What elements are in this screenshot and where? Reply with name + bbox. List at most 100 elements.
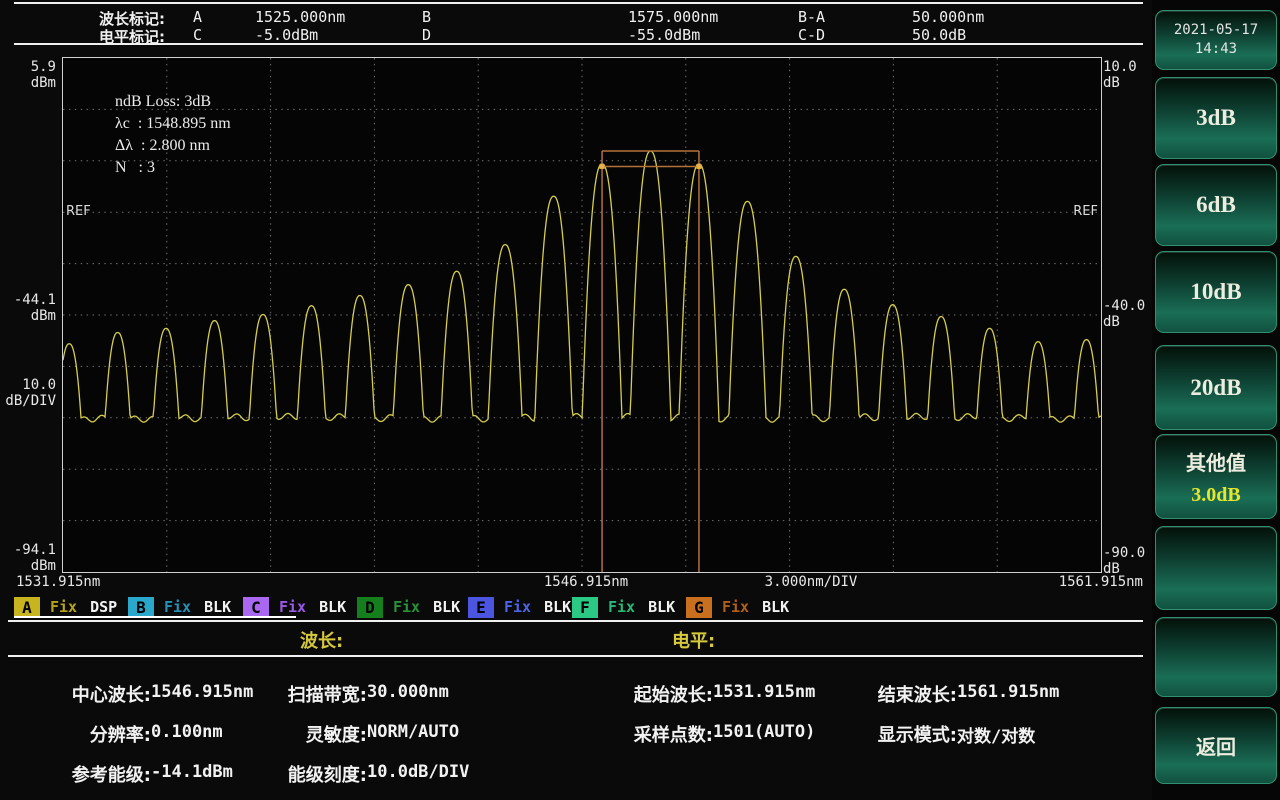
trace-slot-g[interactable]: G Fix BLK: [686, 596, 789, 618]
info-field: 显示模式: 对数/对数: [810, 721, 1035, 747]
trace-display-state: BLK: [204, 598, 232, 616]
info-field-value: 1561.915nm: [957, 682, 1060, 702]
info-field-label: 参考能级:: [71, 765, 151, 786]
trace-display-state: BLK: [544, 598, 572, 616]
y-axis-tick-label: -40.0 dB: [1103, 298, 1146, 330]
trace-mode-label: Fix: [722, 598, 750, 616]
trace-slot-f[interactable]: F Fix BLK: [572, 596, 675, 618]
datetime-display: 2021-05-17 14:43: [1155, 10, 1277, 70]
date-text: 2021-05-17: [1173, 22, 1259, 38]
softkey-20db[interactable]: 20dB: [1155, 345, 1277, 430]
marker-b-name: B: [422, 8, 432, 26]
info-field: 灵敏度: NORM/AUTO: [230, 721, 459, 747]
info-field-label: 显示模式:: [877, 725, 957, 746]
trace-d-badge: D: [357, 596, 383, 618]
info-field: 中心波长: 1546.915nm: [20, 681, 254, 707]
trace-a-line: [63, 150, 1101, 423]
info-field-value: 1501(AUTO): [713, 722, 816, 742]
softkey-return[interactable]: 返回: [1155, 707, 1277, 784]
softkey-blank-2[interactable]: [1155, 617, 1277, 697]
softkey-10db[interactable]: 10dB: [1155, 251, 1277, 333]
header-top-rule: [14, 2, 1143, 4]
softkey-label: 10dB: [1190, 279, 1242, 304]
trace-f-badge: F: [572, 596, 598, 618]
y-axis-tick-label: 10.0 dB/DIV: [5, 377, 56, 409]
trace-g-badge: G: [686, 596, 712, 618]
softkey-label: 返回: [1196, 735, 1236, 759]
y-axis-tick-label: -90.0 dB: [1103, 545, 1146, 577]
info-field-label: 结束波长:: [877, 685, 957, 706]
x-axis-tick-label: 3.000nm/DIV: [764, 574, 858, 590]
info-field-label: 分辨率:: [89, 725, 151, 746]
info-field: 起始波长: 1531.915nm: [560, 681, 816, 707]
softkey-label: 6dB: [1196, 192, 1236, 217]
trace-display-state: BLK: [648, 598, 676, 616]
softkey-blank-1[interactable]: [1155, 526, 1277, 610]
ref-label-left: REF: [66, 204, 91, 219]
marker-d-value: -55.0dBm: [628, 26, 701, 44]
trace-mode-label: Fix: [608, 598, 636, 616]
info-field-label: 灵敏度:: [305, 725, 367, 746]
time-text: 14:43: [1194, 41, 1238, 57]
marker-c-value: -5.0dBm: [255, 26, 319, 44]
softkey-label: 20dB: [1190, 374, 1242, 400]
legend-separator-rule: [8, 620, 1143, 622]
info-field-label: 扫描带宽:: [287, 685, 367, 706]
osa-screen: 波长标记: A 1525.000nm B 1575.000nm B-A 50.0…: [0, 0, 1280, 800]
trace-slot-b[interactable]: B Fix BLK: [128, 596, 231, 618]
ref-label-right: REF: [1073, 204, 1098, 219]
softkey-3db[interactable]: 3dB: [1155, 77, 1277, 159]
trace-a-badge: A: [14, 596, 40, 618]
softkey-value: 3.0dB: [1191, 483, 1241, 506]
y-axis-tick-label: -94.1 dBm: [13, 542, 56, 574]
trace-b-badge: B: [128, 596, 154, 618]
info-field: 参考能级: -14.1dBm: [20, 761, 233, 787]
spectrum-chart: ndB Loss: 3dB λc : 1548.895 nm Δλ : 2.80…: [62, 57, 1102, 573]
marker-d-name: D: [422, 26, 432, 44]
wavelength-section-label: 波长:: [300, 631, 344, 652]
y-axis-tick-label: 5.9 dBm: [30, 59, 56, 91]
x-axis-tick-label: 1531.915nm: [16, 574, 101, 590]
trace-c-badge: C: [243, 596, 269, 618]
info-field-label: 采样点数:: [633, 725, 713, 746]
trace-e-badge: E: [468, 596, 494, 618]
ndb-loss-marker-point: [696, 163, 702, 169]
active-trace-underline: [14, 616, 296, 618]
trace-slot-c[interactable]: C Fix BLK: [243, 596, 346, 618]
trace-mode-label: Fix: [393, 598, 421, 616]
trace-display-state: DSP: [90, 598, 118, 616]
trace-display-state: BLK: [762, 598, 790, 616]
info-field-value: 对数/对数: [957, 727, 1036, 747]
x-axis-tick-label: 1561.915nm: [1058, 574, 1143, 590]
info-row: 分辨率: 0.100nm 灵敏度: NORM/AUTO 采样点数: 1501(AUTO) 显…: [0, 721, 1150, 747]
marker-ba-name: B-A: [798, 8, 826, 26]
trace-slot-d[interactable]: D Fix BLK: [357, 596, 460, 618]
marker-a-name: A: [193, 8, 203, 26]
trace-slot-e[interactable]: E Fix BLK: [468, 596, 571, 618]
trace-mode-label: Fix: [504, 598, 532, 616]
marker-ba-value: 50.000nm: [912, 8, 985, 26]
ndb-loss-marker-point: [599, 163, 605, 169]
info-field-value: 10.0dB/DIV: [367, 762, 470, 782]
trace-mode-label: Fix: [164, 598, 192, 616]
y-axis-tick-label: 10.0 dB: [1103, 59, 1137, 91]
softkey-label: 3dB: [1196, 105, 1236, 130]
x-axis-tick-label: 1546.915nm: [543, 574, 629, 590]
softkey-other-value[interactable]: 其他值 3.0dB: [1155, 434, 1277, 519]
marker-a-value: 1525.000nm: [255, 8, 346, 26]
trace-mode-label: Fix: [50, 598, 78, 616]
trace-slot-a[interactable]: A Fix DSP: [14, 596, 117, 618]
trace-display-state: BLK: [319, 598, 347, 616]
measurement-annotations: ndB Loss: 3dB λc : 1548.895 nm Δλ : 2.80…: [115, 93, 231, 176]
softkey-6db[interactable]: 6dB: [1155, 164, 1277, 246]
info-field-value: 30.000nm: [367, 682, 449, 702]
trace-mode-label: Fix: [279, 598, 307, 616]
info-field: 能级刻度: 10.0dB/DIV: [230, 761, 470, 787]
info-separator-rule: [8, 655, 1143, 657]
info-row: 参考能级: -14.1dBm 能级刻度: 10.0dB/DIV: [0, 761, 1150, 787]
info-field-value: 0.100nm: [151, 722, 223, 742]
level-section-label: 电平:: [672, 631, 716, 652]
info-field: 分辨率: 0.100nm: [20, 721, 223, 747]
info-field-value: NORM/AUTO: [367, 722, 460, 742]
trace-display-state: BLK: [433, 598, 461, 616]
